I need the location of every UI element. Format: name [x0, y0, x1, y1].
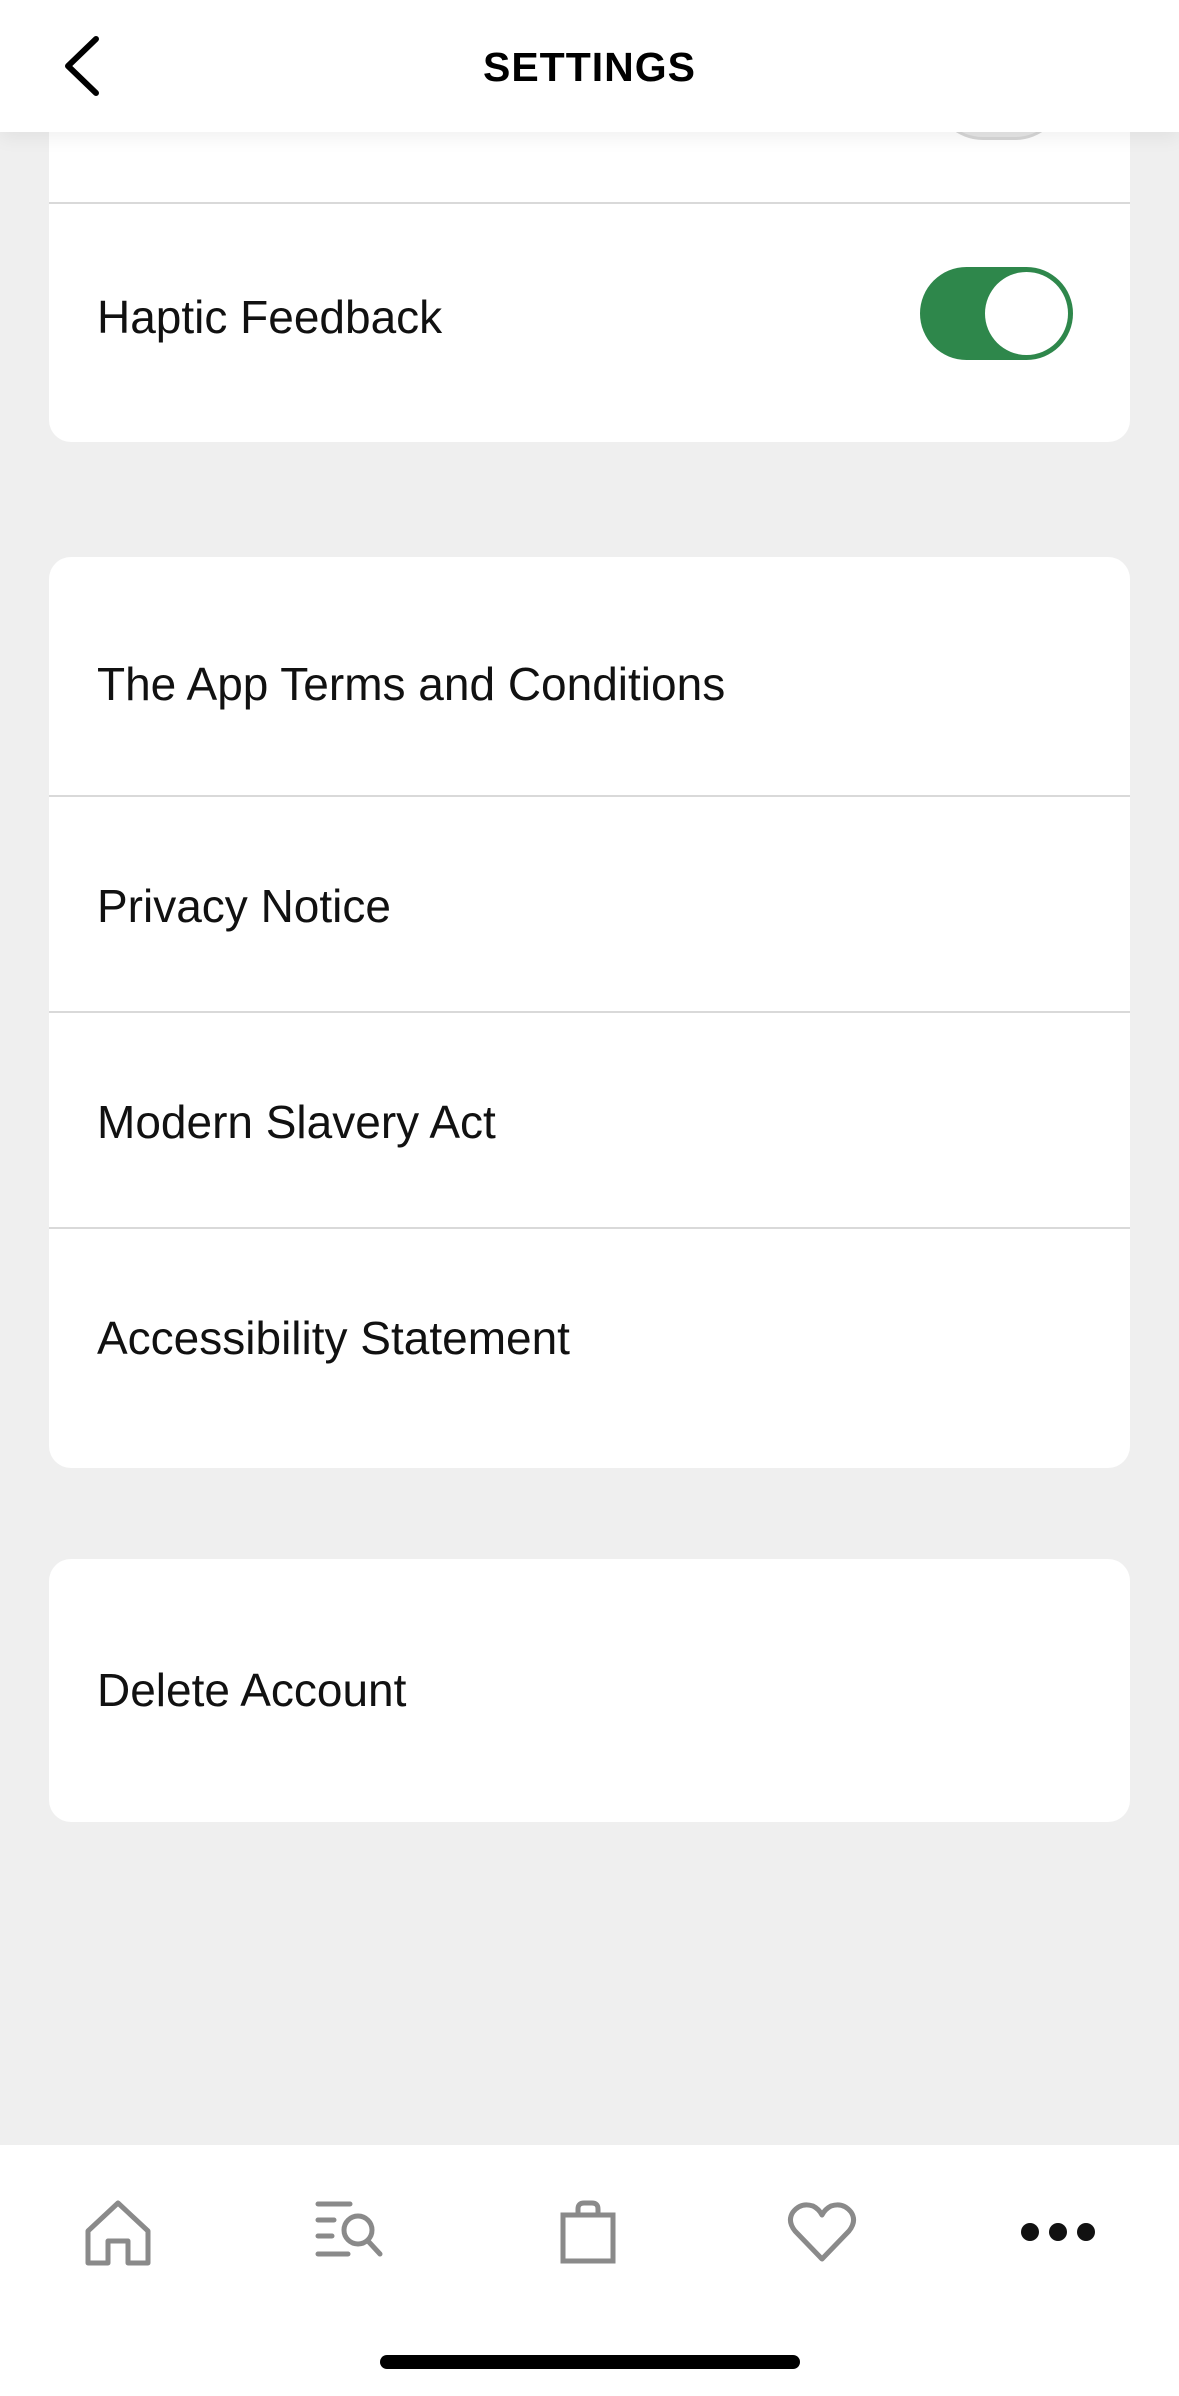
heart-icon [787, 2202, 857, 2262]
more-icon [1021, 2223, 1095, 2241]
list-item-label: The App Terms and Conditions [97, 658, 726, 710]
haptic-feedback-label: Haptic Feedback [97, 291, 443, 343]
tab-bag[interactable] [538, 2187, 638, 2277]
account-card: Delete Account [49, 1559, 1130, 1822]
list-item-privacy[interactable]: Privacy Notice [49, 797, 1130, 1013]
delete-account-row[interactable]: Delete Account [49, 1559, 1130, 1822]
page-title: SETTINGS [482, 44, 697, 90]
delete-account-label: Delete Account [97, 1664, 407, 1716]
list-item-accessibility[interactable]: Accessibility Statement [49, 1229, 1130, 1468]
tab-bar [0, 2145, 1179, 2396]
preferences-card: Haptic Feedback [49, 100, 1130, 442]
search-list-icon [315, 2201, 383, 2257]
tab-more[interactable] [1008, 2187, 1108, 2277]
list-item-label: Accessibility Statement [97, 1312, 570, 1364]
haptic-feedback-toggle[interactable] [920, 267, 1073, 360]
list-item-label: Privacy Notice [97, 880, 391, 932]
tab-search[interactable] [300, 2187, 400, 2277]
list-item-label: Modern Slavery Act [97, 1096, 496, 1148]
toggle-knob [985, 272, 1068, 355]
header: SETTINGS [0, 0, 1179, 132]
bag-icon [560, 2200, 616, 2264]
tab-wishlist[interactable] [772, 2187, 872, 2277]
tab-home[interactable] [68, 2187, 168, 2277]
home-indicator [380, 2355, 800, 2369]
haptic-feedback-row: Haptic Feedback [49, 202, 1130, 442]
list-item-terms[interactable]: The App Terms and Conditions [49, 557, 1130, 797]
list-item-modern-slavery[interactable]: Modern Slavery Act [49, 1013, 1130, 1229]
legal-card: The App Terms and Conditions Privacy Not… [49, 557, 1130, 1468]
home-icon [85, 2200, 151, 2266]
